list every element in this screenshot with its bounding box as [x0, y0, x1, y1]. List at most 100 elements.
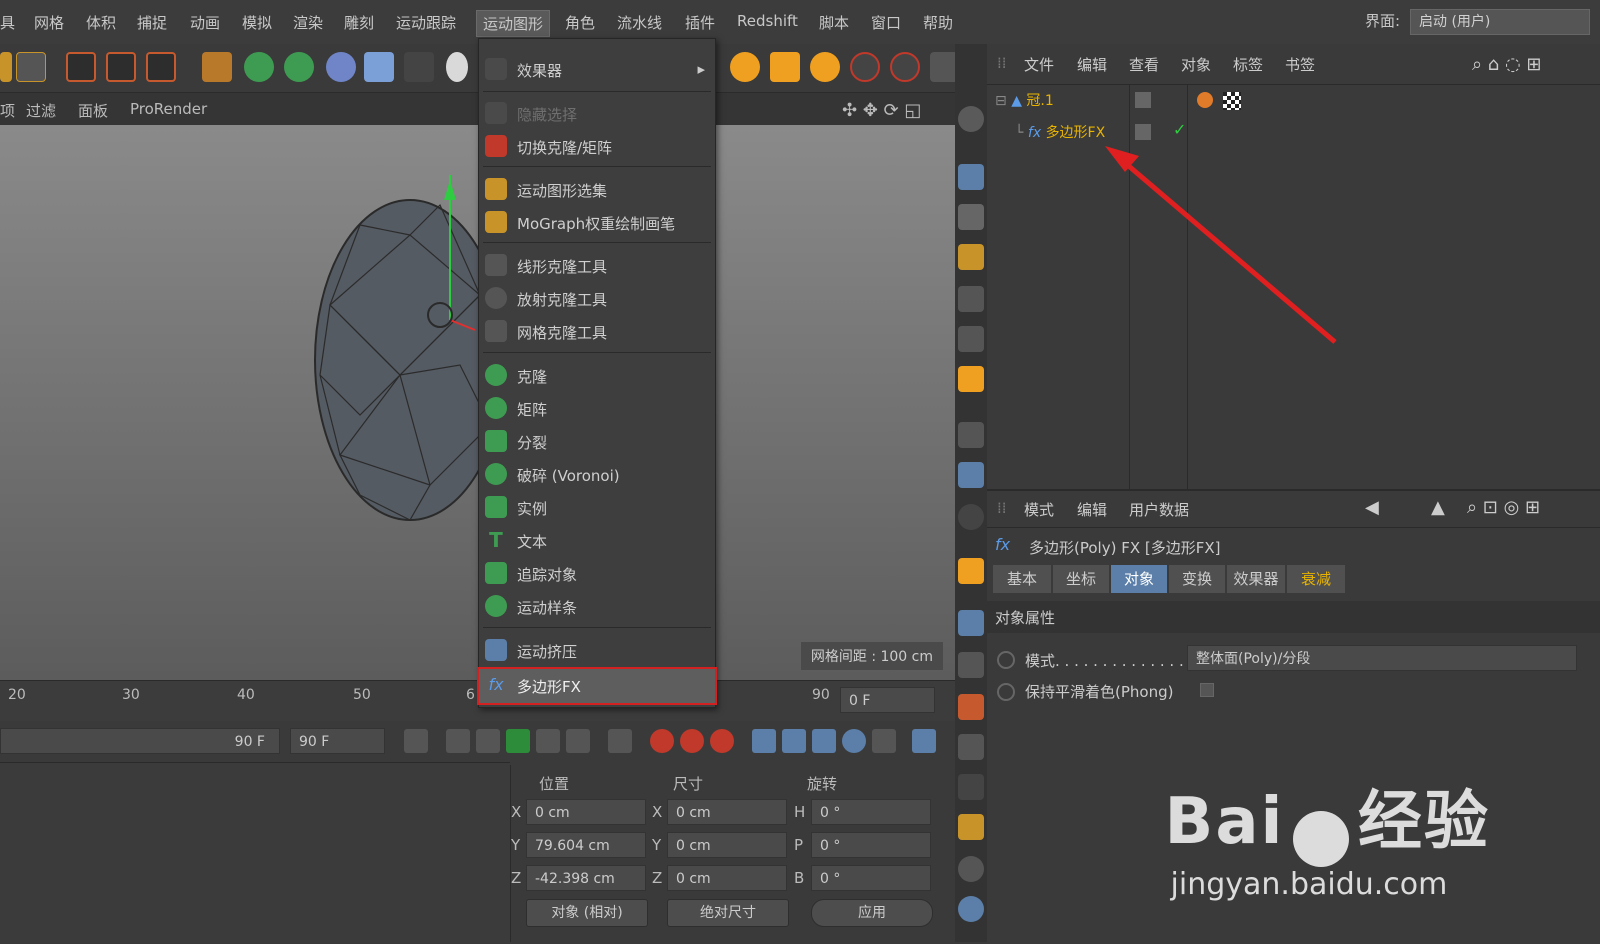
current-frame-field[interactable]: 0 F [840, 687, 935, 713]
menu-item-render[interactable]: 渲染 [293, 12, 323, 33]
workplane-icon[interactable] [958, 244, 984, 270]
menu-item-toggle-clone-matrix[interactable]: 切换克隆/矩阵 [479, 130, 715, 162]
rotation-b-field[interactable]: 0 ° [811, 865, 931, 891]
menu-item-simulate[interactable]: 模拟 [242, 12, 272, 33]
key-position-icon[interactable] [752, 729, 776, 753]
enabled-check-icon[interactable]: ✓ [1173, 120, 1186, 139]
planar-workplane-icon[interactable] [958, 652, 984, 678]
character-icon[interactable] [958, 774, 984, 800]
previous-keyframe-icon[interactable] [446, 729, 470, 753]
menu-item-mograph[interactable]: 运动图形 [476, 10, 551, 37]
coordinate-system-dropdown[interactable]: 对象 (相对) [526, 899, 648, 927]
menu-item-linear-clone-tool[interactable]: 线形克隆工具 [479, 249, 715, 281]
menu-item-cloner[interactable]: 克隆 [479, 359, 715, 391]
menu-item-mesh[interactable]: 网格 [34, 12, 64, 33]
key-point-icon[interactable] [872, 729, 896, 753]
autokey-icon[interactable] [680, 729, 704, 753]
om-menu-bookmarks[interactable]: 书签 [1285, 54, 1315, 75]
menu-item-motion-tracking[interactable]: 运动跟踪 [396, 12, 456, 33]
menu-item-snap[interactable]: 捕捉 [137, 12, 167, 33]
om-menu-edit[interactable]: 编辑 [1077, 54, 1107, 75]
frame-range-slider[interactable]: 90 F [0, 728, 280, 754]
rotation-p-field[interactable]: 0 ° [811, 832, 931, 858]
menu-item-animate[interactable]: 动画 [190, 12, 220, 33]
object-row-crown[interactable]: ⊟ ▲ 冠.1 [995, 90, 1054, 110]
attr-menu-userdata[interactable]: 用户数据 [1129, 499, 1189, 520]
menu-item-help[interactable]: 帮助 [923, 12, 953, 33]
checker-material-icon[interactable] [1223, 92, 1241, 110]
attr-nav-back-icon[interactable]: ◀ [1365, 497, 1379, 518]
size-z-field[interactable]: 0 cm [667, 865, 787, 891]
make-editable-icon[interactable] [958, 106, 984, 132]
size-x-field[interactable]: 0 cm [667, 799, 787, 825]
next-keyframe-icon[interactable] [566, 729, 590, 753]
menu-item-polyfx[interactable]: fx 多边形FX [477, 667, 717, 705]
tab-object[interactable]: 对象 [1111, 565, 1167, 593]
interface-dropdown[interactable]: 启动 (用户) [1410, 9, 1590, 35]
size-y-field[interactable]: 0 cm [667, 832, 787, 858]
disabled-icon[interactable] [958, 856, 984, 882]
animate-mode-icon[interactable] [997, 651, 1015, 669]
points-mode-icon[interactable] [958, 286, 984, 312]
menu-item-mograph-weight-paint[interactable]: MoGraph权重绘制画笔 [479, 206, 715, 238]
viewport-menu-prorender[interactable]: ProRender [130, 100, 207, 118]
deformer-icon[interactable] [326, 52, 356, 82]
go-to-start-icon[interactable] [404, 729, 428, 753]
mograph-cloner-icon[interactable] [284, 52, 314, 82]
key-parameter-icon[interactable] [842, 729, 866, 753]
go-to-end-icon[interactable] [608, 729, 632, 753]
key-rotation-icon[interactable] [812, 729, 836, 753]
viewport-menu-item[interactable]: 项 [0, 100, 15, 121]
camera-icon[interactable] [404, 52, 434, 82]
menu-item-tools[interactable]: 具 [0, 12, 15, 33]
om-toolbar-icons[interactable]: ⌕ ⌂ ◌ ⊞ [1472, 54, 1541, 75]
end-frame-field[interactable]: 90 F [290, 728, 385, 754]
position-z-field[interactable]: -42.398 cm [526, 865, 646, 891]
om-menu-file[interactable]: 文件 [1024, 54, 1054, 75]
menu-item-effectors[interactable]: 效果器 ▸ [479, 53, 715, 85]
menu-item-pipeline[interactable]: 流水线 [617, 12, 662, 33]
menu-item-window[interactable]: 窗口 [871, 12, 901, 33]
tag-icon[interactable] [1197, 92, 1213, 108]
menu-item-tracer[interactable]: 追踪对象 [479, 557, 715, 589]
floor-icon[interactable] [364, 52, 394, 82]
om-menu-objects[interactable]: 对象 [1181, 54, 1211, 75]
import-icon[interactable] [958, 734, 984, 760]
subdivision-icon[interactable] [244, 52, 274, 82]
render-settings-icon[interactable] [146, 52, 176, 82]
menu-item-moextrude[interactable]: 运动挤压 [479, 634, 715, 666]
animate-phong-icon[interactable] [997, 683, 1015, 701]
attr-nav-up-icon[interactable]: ▲ [1431, 497, 1445, 518]
phong-checkbox[interactable] [1200, 683, 1214, 697]
size-mode-dropdown[interactable]: 绝对尺寸 [667, 899, 789, 927]
drag-handle-icon[interactable]: ⁞⁞ [997, 499, 1007, 517]
polygons-mode-icon[interactable] [958, 366, 984, 392]
play-icon[interactable] [506, 729, 530, 753]
viewport-nav-icons[interactable]: ✣ ✥ ⟳ ◱ [842, 100, 921, 121]
python-icon[interactable] [958, 896, 984, 922]
texture-mode-icon[interactable] [958, 204, 984, 230]
position-x-field[interactable]: 0 cm [526, 799, 646, 825]
layer-icon[interactable] [1135, 124, 1151, 140]
timeline-layout-icon[interactable] [912, 729, 936, 753]
magnet-icon[interactable] [958, 558, 984, 584]
cube-tool-icon[interactable] [0, 52, 12, 82]
menu-item-volume[interactable]: 体积 [86, 12, 116, 33]
previous-frame-icon[interactable] [476, 729, 500, 753]
menu-item-matrix[interactable]: 矩阵 [479, 392, 715, 424]
record-keyframe-icon[interactable] [650, 729, 674, 753]
menu-item-instance[interactable]: 实例 [479, 491, 715, 523]
mode-dropdown[interactable]: 整体面(Poly)/分段 [1187, 645, 1577, 671]
menu-item-sculpt[interactable]: 雕刻 [344, 12, 374, 33]
menu-item-radial-clone-tool[interactable]: 放射克隆工具 [479, 282, 715, 314]
menu-item-voronoi-fracture[interactable]: 破碎 (Voronoi) [479, 458, 715, 490]
object-row-polyfx[interactable]: └ fx 多边形FX [1015, 122, 1105, 142]
apply-button[interactable]: 应用 [811, 899, 933, 927]
om-menu-view[interactable]: 查看 [1129, 54, 1159, 75]
menu-item-redshift[interactable]: Redshift [737, 12, 798, 30]
om-menu-tags[interactable]: 标签 [1233, 54, 1263, 75]
render-view-icon[interactable] [66, 52, 96, 82]
menu-item-mograph-selection[interactable]: 运动图形选集 [479, 173, 715, 205]
viewport-menu-panel[interactable]: 面板 [78, 100, 108, 121]
edges-mode-icon[interactable] [958, 326, 984, 352]
